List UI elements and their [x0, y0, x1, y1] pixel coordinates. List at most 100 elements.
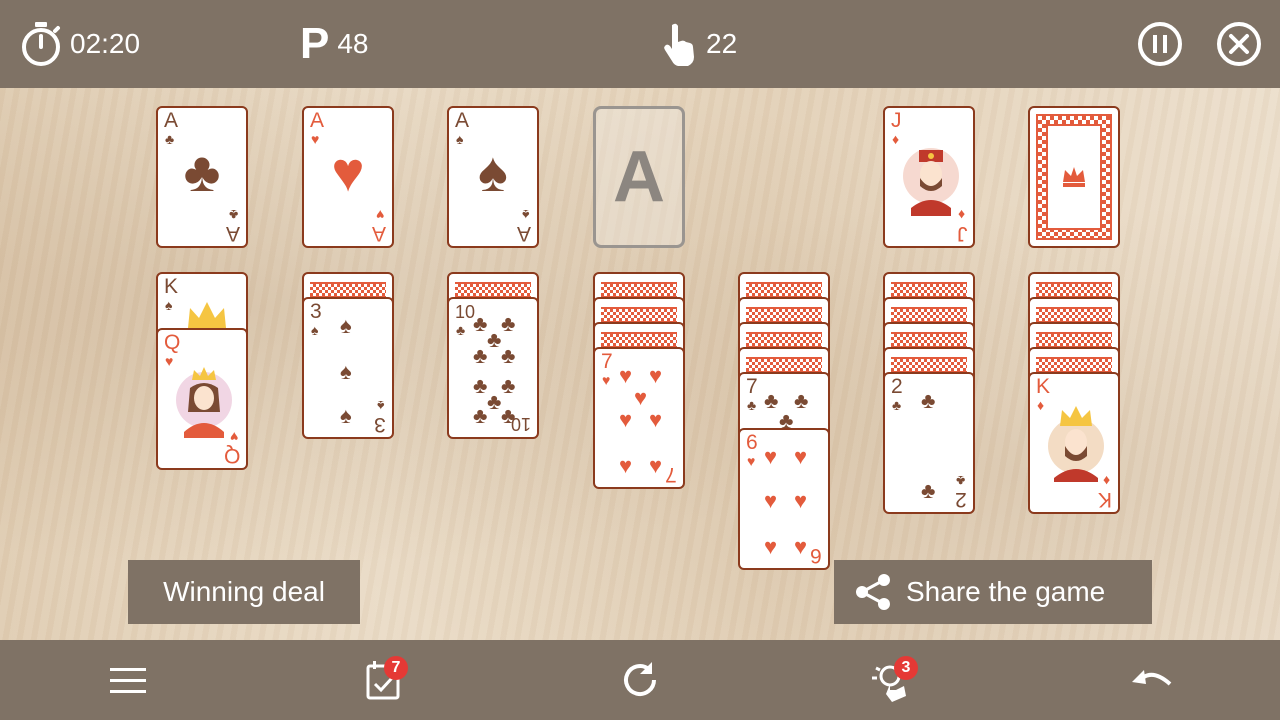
foundation-clubs[interactable]: A ♣ ♣ ♣ A [156, 106, 248, 248]
card-pip: ♣ [487, 389, 502, 414]
card-rank: J [956, 222, 968, 245]
card-suit-small: ♥ [165, 353, 174, 369]
top-bar: 02:20 P 48 22 [0, 0, 1280, 88]
tableau-card[interactable]: 2 ♣ ♣ ♣ ♣ 2 [883, 372, 975, 514]
card-pip: ♥ [764, 534, 778, 559]
daily-challenge-button[interactable]: 7 [360, 656, 408, 704]
undo-button[interactable] [1128, 656, 1176, 704]
card-rank: A [516, 222, 531, 245]
close-icon [1217, 22, 1261, 66]
card-rank: 3 [374, 413, 386, 436]
card-pip: ♠ [340, 359, 352, 384]
card-suit-small: ♣ [892, 397, 902, 413]
card-suit-small: ♥ [229, 429, 238, 445]
points-p-icon: P [300, 19, 330, 68]
card-pip: ♣ [473, 373, 488, 398]
card-pip: ♥ [619, 453, 633, 478]
queen-face-icon [176, 367, 232, 438]
card-pip: ♥ [764, 488, 778, 513]
card-pip: ♣ [501, 311, 516, 336]
card-rank: Q [223, 444, 240, 467]
tableau-card[interactable]: 7 ♥ ♥ ♥ ♥ ♥ ♥ ♥ ♥ 7 [593, 347, 685, 489]
card-suit-small: ♥ [375, 207, 384, 223]
tableau-card[interactable]: 6 ♥ ♥ ♥ ♥ ♥ ♥ ♥ 6 [738, 428, 830, 570]
card-pip: ♥ [794, 444, 808, 469]
card-rank: Q [164, 331, 181, 354]
foundation-spades[interactable]: A ♠ ♠ ♠ A [447, 106, 539, 248]
crown-icon [1063, 167, 1085, 187]
card-pip: ♣ [921, 388, 936, 413]
close-button[interactable] [1216, 21, 1262, 67]
card-pip: ♥ [794, 534, 808, 559]
card-pip: ♥ [649, 407, 663, 432]
foundation-hearts[interactable]: A ♥ ♥ ♥ A [302, 106, 394, 248]
stock-pile[interactable] [1028, 106, 1120, 248]
tableau-card[interactable]: K ♦ ♦ K [1028, 372, 1120, 514]
restart-button[interactable] [616, 656, 664, 704]
card-pip: ♥ [794, 488, 808, 513]
daily-badge: 7 [384, 656, 408, 680]
share-icon [856, 574, 890, 610]
share-game-button[interactable]: Share the game [834, 560, 1152, 624]
card-pip: ♣ [501, 373, 516, 398]
jack-face-icon [903, 148, 959, 216]
card-pip: ♥ [619, 363, 633, 388]
pause-icon [1138, 22, 1182, 66]
winning-deal-button[interactable]: Winning deal [128, 560, 360, 624]
card-pip: ♣ [487, 327, 502, 352]
card-rank: A [371, 222, 386, 245]
card-suit-small: ♦ [957, 207, 965, 223]
card-suit-small: ♣ [955, 473, 965, 489]
undo-icon [1132, 670, 1172, 686]
points: P 48 [300, 22, 369, 66]
card-rank: K [164, 275, 179, 298]
card-suit-small: ♠ [376, 398, 384, 414]
card-pip: ♥ [764, 444, 778, 469]
tap-hand-icon [660, 21, 698, 67]
card-pip: ♣ [473, 343, 488, 368]
stopwatch-icon [20, 21, 62, 67]
winning-deal-label: Winning deal [163, 576, 325, 607]
card-suit-small: ♦ [1102, 473, 1110, 489]
card-pip: ♥ [649, 363, 663, 388]
card-pip: ♣ [473, 311, 488, 336]
card-rank: A [310, 109, 325, 132]
card-pip: ♥ [634, 385, 648, 410]
points-value: 48 [337, 28, 369, 59]
tableau-card[interactable]: 10 ♣ ♣ ♣ ♣ ♣ ♣ ♣ ♣ ♣ ♣ ♣ 10 [447, 297, 539, 439]
menu-button[interactable] [104, 656, 152, 704]
waste-card[interactable]: J ♦ ♦ J [883, 106, 975, 248]
card-pip: ♣ [764, 388, 779, 413]
card-pip: ♥ [619, 407, 633, 432]
card-suit-small: ♠ [165, 297, 173, 313]
tableau-card[interactable]: 3 ♠ ♠ ♠ ♠ ♠ 3 [302, 297, 394, 439]
card-rank: A [164, 109, 179, 132]
card-suit-large: ♠ [478, 140, 508, 203]
card-rank: 6 [810, 544, 822, 567]
foundation-empty-slot[interactable]: A [593, 106, 685, 248]
card-pip: ♣ [794, 388, 809, 413]
card-rank: J [891, 109, 902, 132]
pause-button[interactable] [1137, 21, 1183, 67]
card-suit-small: ♣ [228, 207, 238, 223]
share-game-label: Share the game [906, 576, 1106, 607]
card-pip: ♠ [340, 313, 352, 338]
card-rank: K [1036, 375, 1051, 398]
card-pip: ♣ [921, 478, 936, 503]
card-suit-small: ♠ [521, 207, 529, 223]
card-rank: 10 [510, 414, 531, 434]
card-suit-large: ♥ [331, 140, 365, 203]
card-rank: 2 [891, 375, 903, 398]
hamburger-menu-icon [110, 668, 146, 693]
hint-button[interactable]: 3 [868, 656, 918, 704]
card-rank: A [225, 222, 240, 245]
card-pip: ♣ [473, 403, 488, 428]
card-rank: 2 [955, 488, 967, 511]
card-rank: 7 [665, 463, 677, 486]
king-face-icon [1048, 406, 1104, 482]
card-suit-small: ♥ [747, 453, 756, 469]
hint-badge: 3 [894, 656, 918, 680]
card-suit-small: ♠ [311, 322, 319, 338]
tableau-card[interactable]: Q ♥ ♥ Q [156, 328, 248, 470]
card-suit-large: ♣ [183, 140, 221, 203]
